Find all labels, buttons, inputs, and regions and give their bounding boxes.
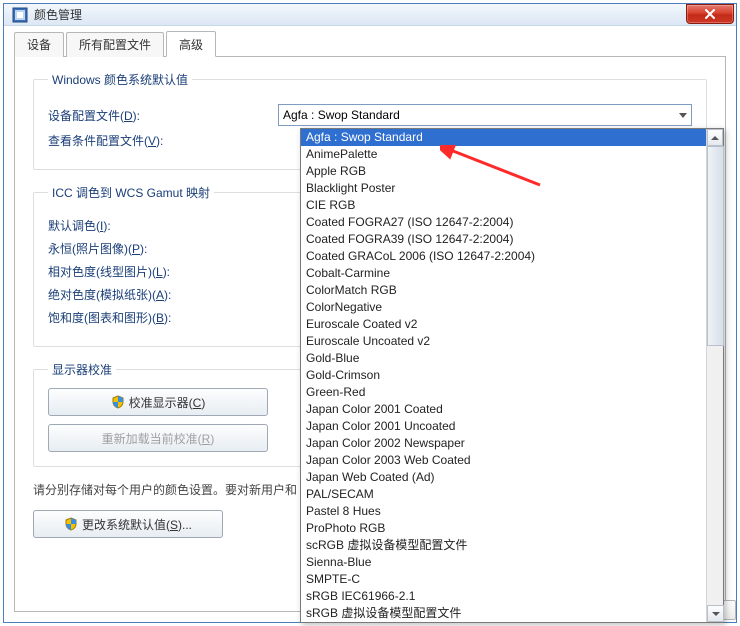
scroll-down-button[interactable] bbox=[707, 605, 724, 622]
dropdown-item[interactable]: Japan Color 2001 Uncoated bbox=[301, 418, 706, 435]
dropdown-scrollbar[interactable] bbox=[706, 129, 723, 622]
tabstrip: 设备 所有配置文件 高级 bbox=[14, 32, 726, 57]
dropdown-item[interactable]: ColorMatch RGB bbox=[301, 282, 706, 299]
dropdown-item[interactable]: Green-Red bbox=[301, 384, 706, 401]
dropdown-item[interactable]: Pastel 8 Hues bbox=[301, 503, 706, 520]
label-relative: 相对色度(线型图片)(L): bbox=[48, 263, 278, 280]
dropdown-item[interactable]: PAL/SECAM bbox=[301, 486, 706, 503]
shield-icon bbox=[111, 395, 125, 409]
label-viewing-profile: 查看条件配置文件(V): bbox=[48, 132, 278, 149]
dropdown-item[interactable]: Coated FOGRA39 (ISO 12647-2:2004) bbox=[301, 231, 706, 248]
dropdown-item[interactable]: Coated GRACoL 2006 (ISO 12647-2:2004) bbox=[301, 248, 706, 265]
label-saturation: 饱和度(图表和图形)(B): bbox=[48, 309, 278, 326]
dropdown-item[interactable]: Coated FOGRA27 (ISO 12647-2:2004) bbox=[301, 214, 706, 231]
combo-device-profile[interactable]: Agfa : Swop Standard bbox=[278, 104, 692, 126]
label-absolute: 绝对色度(模拟纸张)(A): bbox=[48, 286, 278, 303]
dropdown-item[interactable]: ProPhoto RGB bbox=[301, 520, 706, 537]
chevron-up-icon bbox=[711, 136, 719, 140]
dropdown-list[interactable]: Agfa : Swop StandardAnimePaletteApple RG… bbox=[301, 129, 706, 622]
dropdown-item[interactable]: Gold-Crimson bbox=[301, 367, 706, 384]
dropdown-item[interactable]: ColorNegative bbox=[301, 299, 706, 316]
dropdown-item[interactable]: sRGB 虚拟设备模型配置文件 bbox=[301, 605, 706, 622]
group-calibration-legend: 显示器校准 bbox=[48, 361, 116, 378]
dropdown-item[interactable]: Euroscale Uncoated v2 bbox=[301, 333, 706, 350]
dropdown-item[interactable]: Japan Web Coated (Ad) bbox=[301, 469, 706, 486]
dropdown-item[interactable]: Cobalt-Carmine bbox=[301, 265, 706, 282]
reload-calibration-button[interactable]: 重新加载当前校准(R) bbox=[48, 424, 268, 452]
device-profile-dropdown[interactable]: Agfa : Swop StandardAnimePaletteApple RG… bbox=[300, 128, 724, 623]
combo-device-profile-value: Agfa : Swop Standard bbox=[283, 108, 400, 122]
tab-all-profiles[interactable]: 所有配置文件 bbox=[66, 32, 164, 57]
label-default-rendering: 默认调色(I): bbox=[48, 217, 278, 234]
dropdown-item[interactable]: Euroscale Coated v2 bbox=[301, 316, 706, 333]
dropdown-item[interactable]: Blacklight Poster bbox=[301, 180, 706, 197]
calibrate-display-button[interactable]: 校准显示器(C) bbox=[48, 388, 268, 416]
dropdown-item[interactable]: Japan Color 2002 Newspaper bbox=[301, 435, 706, 452]
dropdown-item[interactable]: CIE RGB bbox=[301, 197, 706, 214]
row-device-profile: 设备配置文件(D): Agfa : Swop Standard bbox=[48, 104, 692, 126]
close-button[interactable] bbox=[686, 4, 734, 24]
scroll-up-button[interactable] bbox=[707, 129, 723, 146]
change-system-defaults-button[interactable]: 更改系统默认值(S)... bbox=[33, 510, 223, 538]
group-icc-wcs-legend: ICC 调色到 WCS Gamut 映射 bbox=[48, 184, 214, 201]
titlebar[interactable]: 颜色管理 bbox=[4, 4, 736, 26]
chevron-down-icon bbox=[712, 612, 720, 616]
dropdown-item[interactable]: Agfa : Swop Standard bbox=[301, 129, 706, 146]
chevron-down-icon bbox=[679, 113, 687, 118]
dropdown-item[interactable]: AnimePalette bbox=[301, 146, 706, 163]
dropdown-item[interactable]: scRGB 虚拟设备模型配置文件 bbox=[301, 537, 706, 554]
label-device-profile: 设备配置文件(D): bbox=[48, 107, 278, 124]
window-title: 颜色管理 bbox=[34, 6, 686, 23]
shield-icon bbox=[64, 517, 78, 531]
dropdown-item[interactable]: Sienna-Blue bbox=[301, 554, 706, 571]
close-icon bbox=[704, 9, 716, 19]
calibration-buttons: 校准显示器(C) 重新加载当前校准(R) bbox=[48, 388, 268, 452]
dropdown-item[interactable]: Gold-Blue bbox=[301, 350, 706, 367]
tab-devices[interactable]: 设备 bbox=[14, 32, 64, 57]
dropdown-item[interactable]: Japan Color 2001 Coated bbox=[301, 401, 706, 418]
group-windows-defaults-legend: Windows 颜色系统默认值 bbox=[48, 71, 192, 88]
label-perceptual: 永恒(照片图像)(P): bbox=[48, 240, 278, 257]
tab-advanced[interactable]: 高级 bbox=[166, 31, 216, 57]
app-icon bbox=[12, 7, 28, 23]
dropdown-item[interactable]: Apple RGB bbox=[301, 163, 706, 180]
scrollbar-thumb[interactable] bbox=[707, 146, 724, 346]
dropdown-item[interactable]: SMPTE-C bbox=[301, 571, 706, 588]
dropdown-item[interactable]: Japan Color 2003 Web Coated bbox=[301, 452, 706, 469]
dropdown-item[interactable]: sRGB IEC61966-2.1 bbox=[301, 588, 706, 605]
